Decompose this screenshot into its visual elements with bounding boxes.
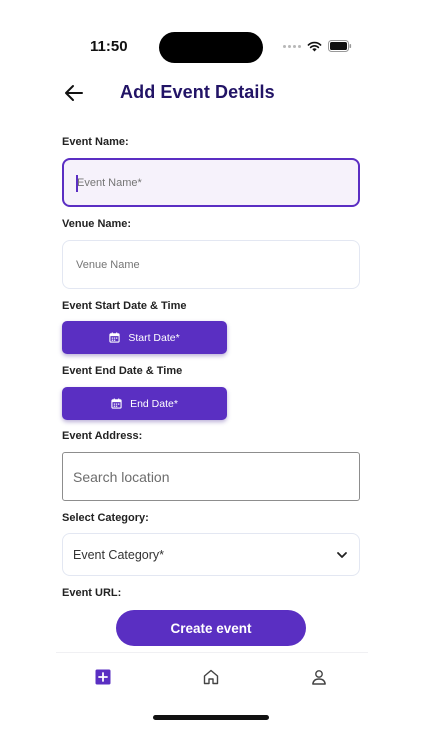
start-date-button-label: Start Date* (128, 331, 180, 344)
nav-add-event[interactable] (92, 667, 114, 687)
chevron-down-icon (337, 551, 347, 558)
category-selected-value: Event Category* (73, 547, 165, 562)
wifi-icon (307, 41, 322, 51)
end-date-button[interactable]: End Date* (62, 387, 227, 420)
dynamic-island (159, 32, 263, 63)
nav-profile[interactable] (308, 667, 330, 687)
venue-name-label: Venue Name: (62, 218, 132, 230)
calendar-icon (111, 398, 122, 409)
text-caret (76, 175, 78, 192)
start-date-label: Event Start Date & Time (62, 300, 187, 312)
start-date-button[interactable]: Start Date* (62, 321, 227, 354)
status-icons (283, 40, 352, 52)
back-button[interactable] (62, 81, 88, 105)
add-square-icon (95, 669, 111, 685)
battery-icon (328, 40, 352, 52)
calendar-icon (109, 332, 120, 343)
location-search-input[interactable] (62, 452, 360, 501)
cellular-signal-icon (283, 44, 301, 48)
page-title: Add Event Details (120, 82, 275, 102)
category-dropdown[interactable]: Event Category* (62, 533, 360, 576)
create-event-button[interactable]: Create event (116, 610, 306, 646)
nav-home[interactable] (200, 667, 222, 687)
home-icon (203, 669, 219, 685)
select-category-label: Select Category: (62, 512, 149, 524)
event-address-label: Event Address: (62, 430, 143, 442)
event-name-label: Event Name: (62, 136, 129, 148)
arrow-left-icon (65, 85, 83, 101)
status-time: 11:50 (90, 38, 128, 55)
profile-icon (312, 670, 326, 685)
bottom-nav (56, 652, 368, 696)
event-name-input[interactable] (62, 158, 360, 207)
venue-name-input[interactable] (62, 240, 360, 289)
status-bar: 11:50 (0, 0, 422, 70)
page-header: Add Event Details (0, 80, 422, 106)
event-url-label: Event URL: (62, 587, 122, 599)
end-date-button-label: End Date* (130, 397, 178, 410)
end-date-label: Event End Date & Time (62, 365, 183, 377)
home-indicator (153, 715, 269, 720)
